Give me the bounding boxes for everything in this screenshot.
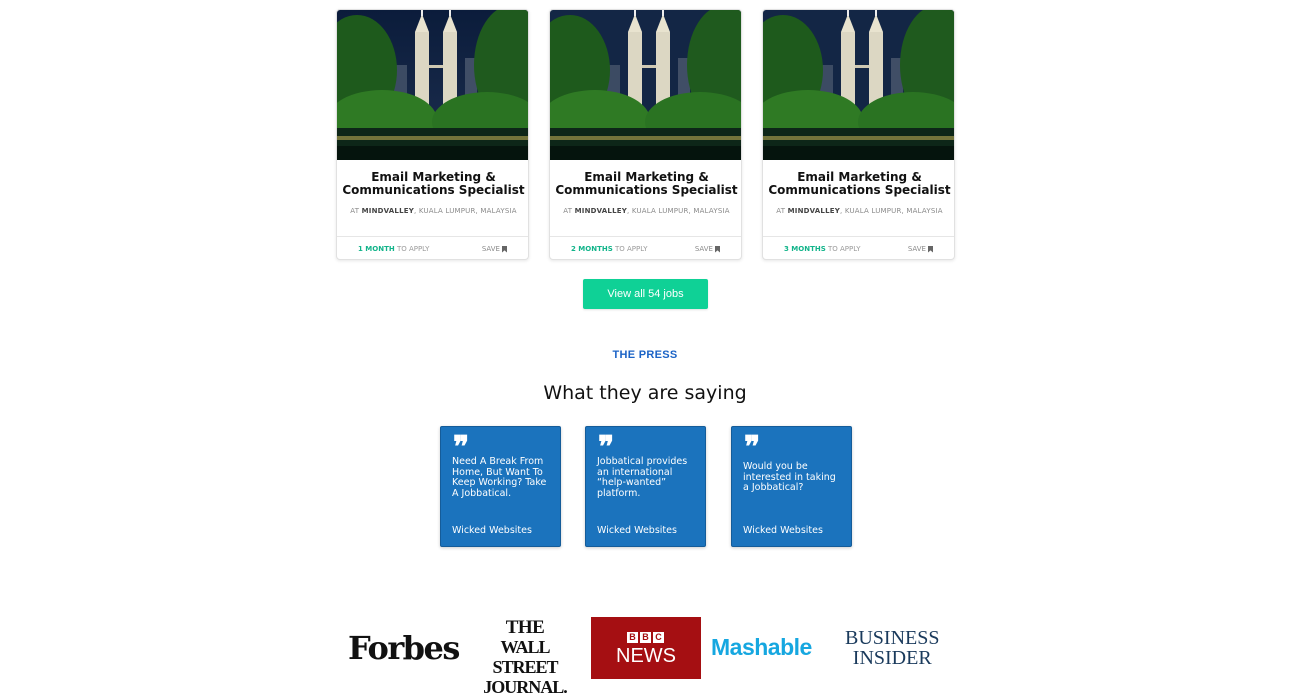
bookmark-icon [715, 245, 720, 253]
job-company-location: AT MINDVALLEY, KUALA LUMPUR, MALAYSIA [337, 207, 528, 215]
press-heading: What they are saying [543, 382, 747, 404]
save-label: SAVE [481, 245, 500, 253]
job-company-location: AT MINDVALLEY, KUALA LUMPUR, MALAYSIA [550, 207, 741, 215]
quote-text: Would you be interested in taking a Jobb… [743, 461, 836, 493]
job-company[interactable]: MINDVALLEY [362, 207, 414, 215]
mashable-logo: Mashable [711, 634, 812, 660]
business-insider-logo: BUSINESS INSIDER [845, 628, 939, 668]
job-card[interactable]: Email Marketing & Communications Special… [549, 9, 742, 260]
apply-deadline: 1 MONTH TO APPLY [358, 245, 429, 253]
bbc-letter: C [653, 632, 664, 643]
apply-suffix: TO APPLY [394, 245, 430, 253]
job-title[interactable]: Email Marketing & Communications Special… [337, 171, 528, 197]
quote-source: Wicked Websites [597, 525, 677, 536]
press-quote-card[interactable]: ❞ Need A Break From Home, But Want To Ke… [440, 426, 561, 547]
apply-duration: 1 MONTH [358, 245, 395, 253]
job-card[interactable]: Email Marketing & Communications Special… [762, 9, 955, 260]
view-all-jobs-button[interactable]: View all 54 jobs [583, 279, 708, 309]
job-footer: 2 MONTHS TO APPLY SAVE [550, 236, 741, 259]
forbes-logo: Forbes [348, 629, 460, 667]
wsj-line: THE [505, 617, 545, 638]
job-company[interactable]: MINDVALLEY [788, 207, 840, 215]
apply-suffix: TO APPLY [825, 245, 861, 253]
quote-source: Wicked Websites [452, 525, 532, 536]
bi-line: BUSINESS [845, 627, 940, 649]
save-button[interactable]: SAVE [482, 245, 507, 253]
quote-text: Need A Break From Home, But Want To Keep… [452, 456, 547, 499]
bbc-news-word: NEWS [616, 645, 676, 667]
job-title[interactable]: Email Marketing & Communications Special… [763, 171, 954, 197]
save-button[interactable]: SAVE [695, 245, 720, 253]
apply-deadline: 3 MONTHS TO APPLY [784, 245, 860, 253]
wsj-line: JOURNAL. [483, 677, 568, 697]
job-photo [550, 10, 741, 160]
job-photo [337, 10, 528, 160]
bookmark-icon [928, 245, 933, 253]
bbc-news-logo: B B C NEWS [591, 617, 701, 679]
bi-line: INSIDER [852, 647, 932, 669]
wsj-line: WALL STREET [492, 637, 558, 677]
job-footer: 3 MONTHS TO APPLY SAVE [763, 236, 954, 259]
save-button[interactable]: SAVE [908, 245, 933, 253]
job-at: AT [563, 207, 573, 215]
job-location: , KUALA LUMPUR, MALAYSIA [840, 207, 943, 215]
bbc-letter: B [640, 632, 651, 643]
bbc-letter: B [627, 632, 638, 643]
apply-duration: 3 MONTHS [784, 245, 826, 253]
apply-duration: 2 MONTHS [571, 245, 613, 253]
apply-suffix: TO APPLY [612, 245, 648, 253]
press-quote-card[interactable]: ❞ Would you be interested in taking a Jo… [731, 426, 852, 547]
save-label: SAVE [694, 245, 713, 253]
quote-text: Jobbatical provides an international “he… [597, 456, 688, 499]
press-quote-card[interactable]: ❞ Jobbatical provides an international “… [585, 426, 706, 547]
job-card[interactable]: Email Marketing & Communications Special… [336, 9, 529, 260]
job-at: AT [776, 207, 786, 215]
job-location: , KUALA LUMPUR, MALAYSIA [627, 207, 730, 215]
press-section-label: THE PRESS [612, 349, 678, 361]
job-title[interactable]: Email Marketing & Communications Special… [550, 171, 741, 197]
quote-mark-icon: ❞ [744, 430, 761, 465]
job-at: AT [350, 207, 360, 215]
apply-deadline: 2 MONTHS TO APPLY [571, 245, 647, 253]
bookmark-icon [502, 245, 507, 253]
job-company-location: AT MINDVALLEY, KUALA LUMPUR, MALAYSIA [763, 207, 954, 215]
job-footer: 1 MONTH TO APPLY SAVE [337, 236, 528, 259]
save-label: SAVE [907, 245, 926, 253]
job-company[interactable]: MINDVALLEY [575, 207, 627, 215]
job-location: , KUALA LUMPUR, MALAYSIA [414, 207, 517, 215]
bbc-blocks: B B C [627, 632, 664, 643]
job-photo [763, 10, 954, 160]
wall-street-journal-logo: THE WALL STREET JOURNAL. [472, 618, 578, 697]
quote-source: Wicked Websites [743, 525, 823, 536]
